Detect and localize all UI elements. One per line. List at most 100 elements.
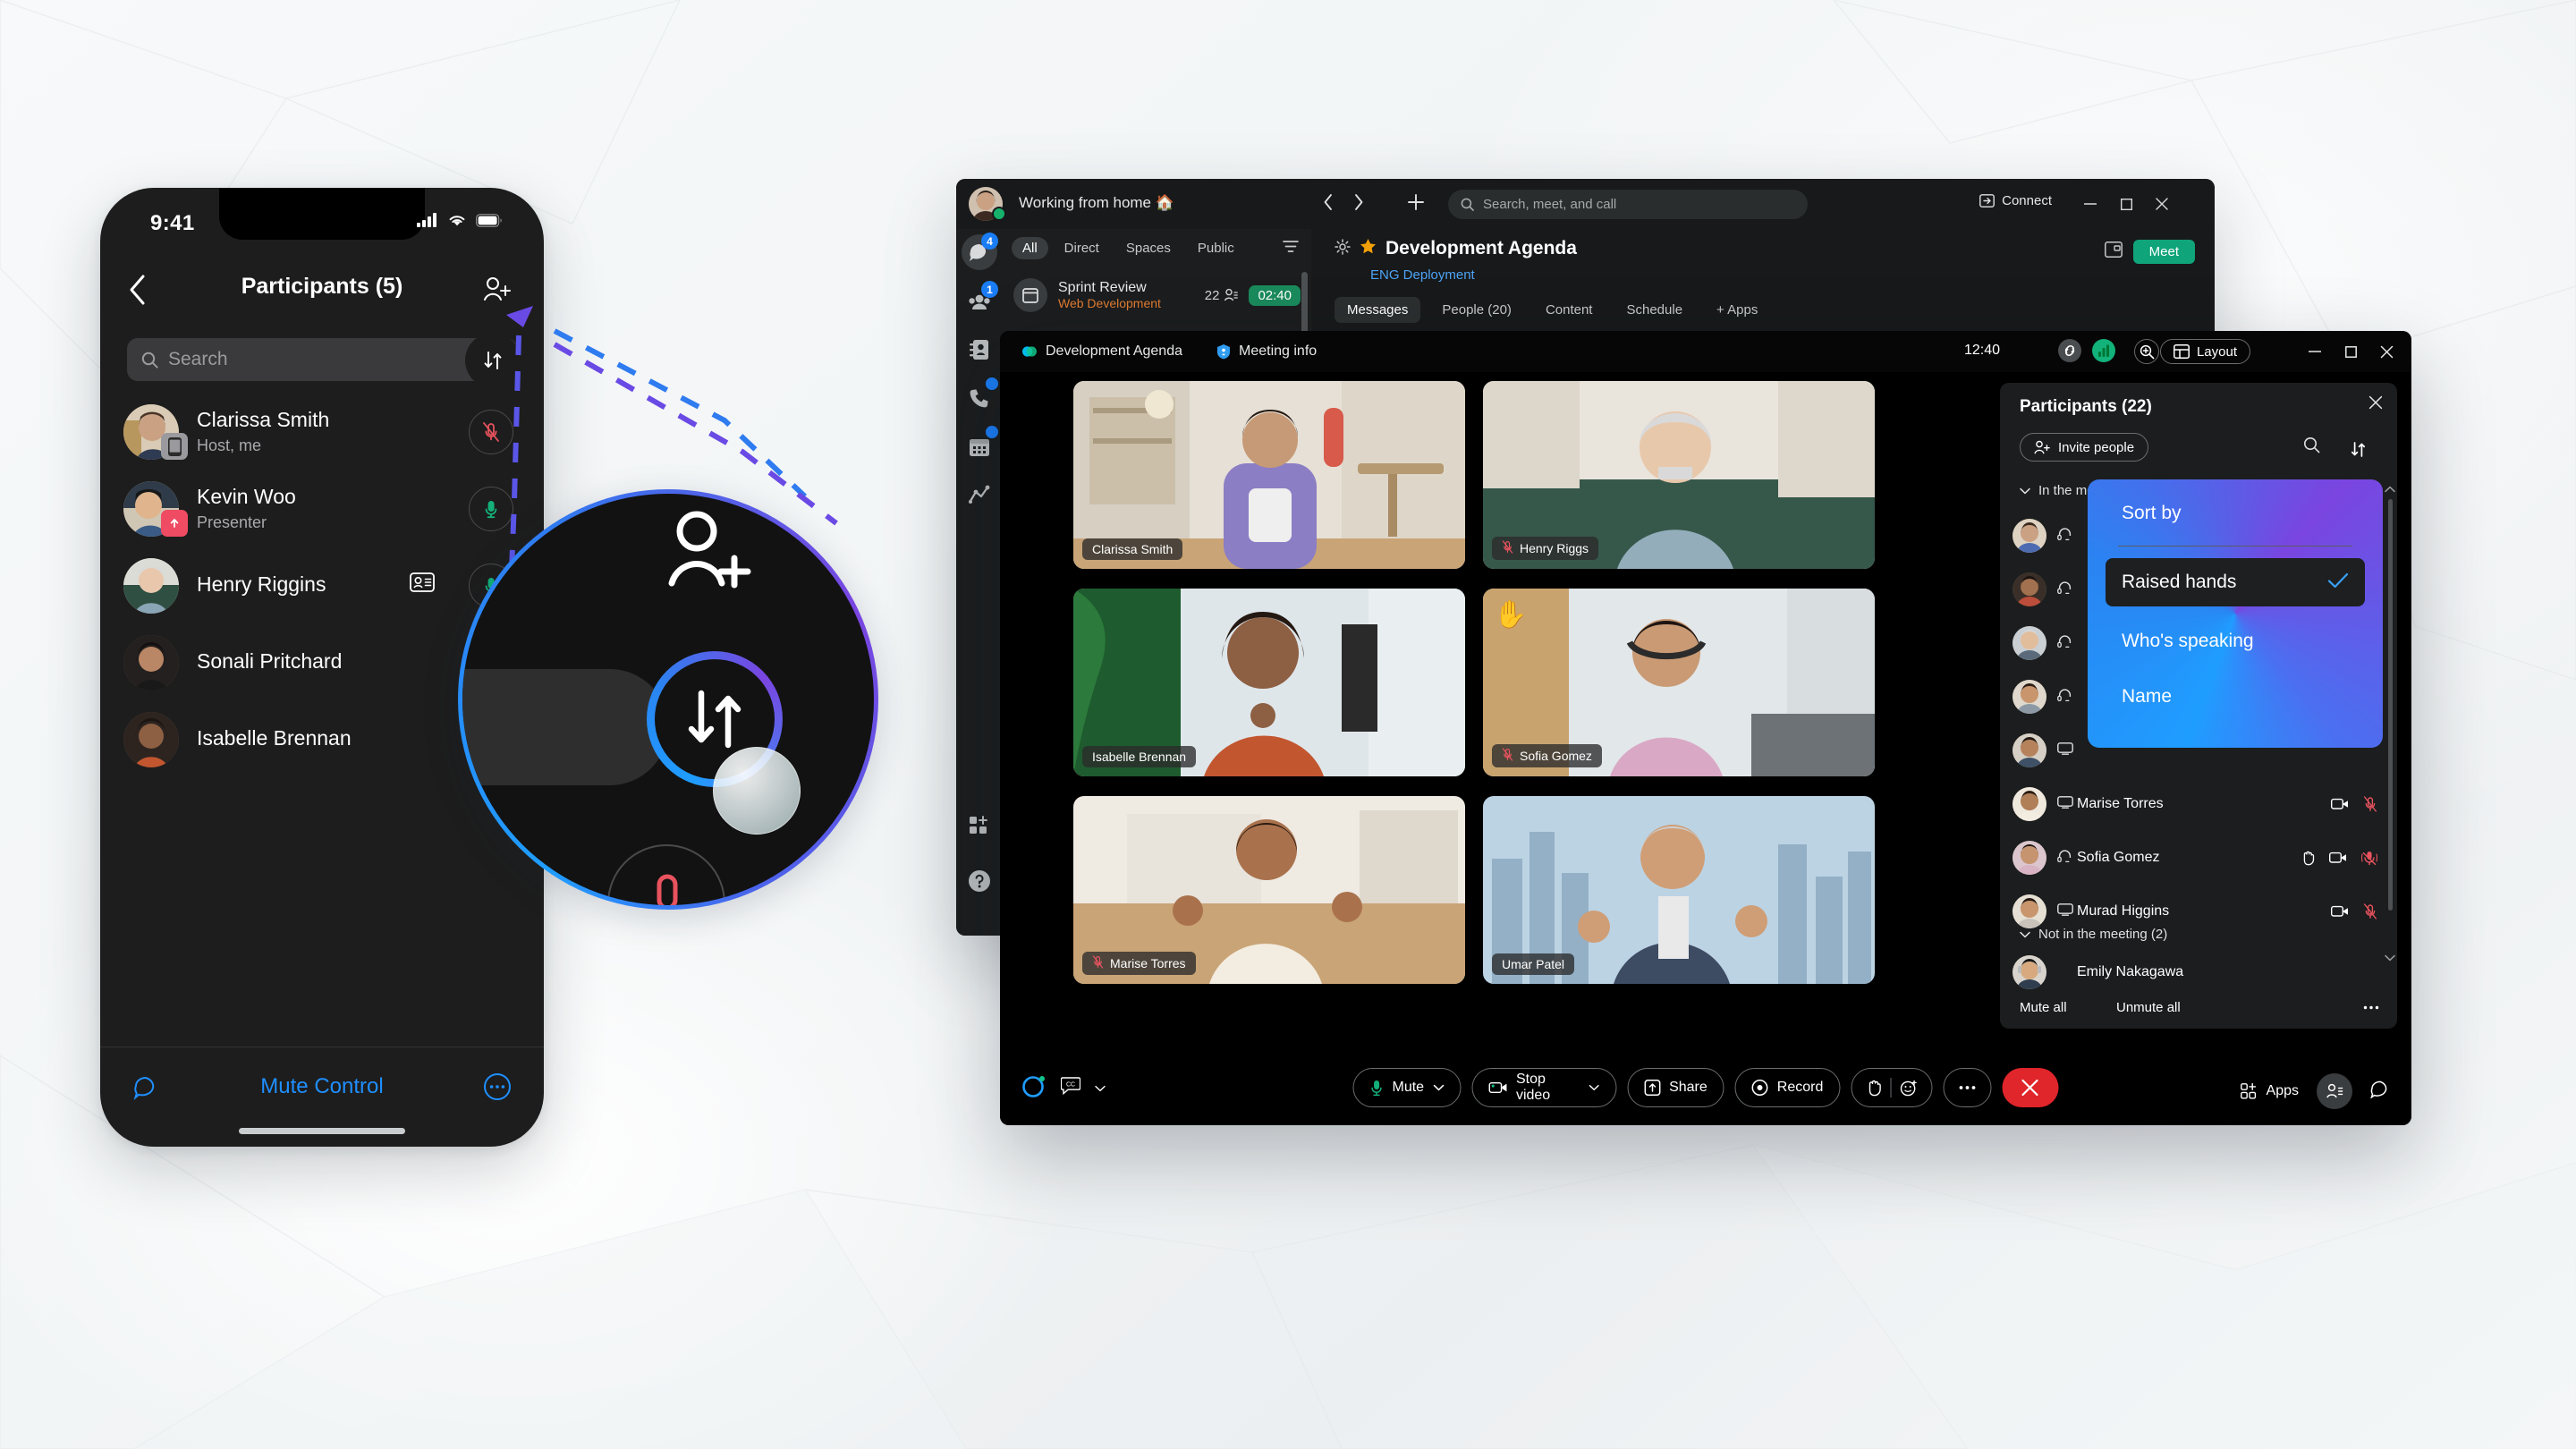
scroll-down-chevron-icon[interactable] [2385,952,2395,964]
list-item[interactable]: Sprint Review Web Development 22 02:40 [1003,270,1311,320]
mic-on-icon[interactable] [469,487,513,531]
more-ellipsis-icon[interactable] [2363,998,2379,1014]
mute-all-button[interactable]: Mute all [2020,1000,2067,1015]
record-button[interactable]: Record [1734,1068,1841,1107]
filter-chip-direct[interactable]: Direct [1054,237,1110,259]
mic-muted-speaking-icon[interactable] [2361,850,2377,866]
list-item[interactable]: Marise Torres [2012,778,2385,830]
stop-video-button[interactable]: Stop video [1471,1068,1617,1107]
tile-name: Umar Patel [1502,957,1565,971]
share-screen-badge-icon [161,510,188,537]
open-window-icon[interactable] [2104,242,2123,262]
link-icon[interactable] [2057,338,2082,368]
people-icon [1224,288,1239,301]
connect-button[interactable]: Connect [1979,193,2052,208]
more-circle-icon[interactable] [483,1072,512,1106]
meet-button[interactable]: Meet [2132,240,2195,264]
end-call-button[interactable] [2002,1068,2059,1107]
mute-control-link[interactable]: Mute Control [100,1074,544,1099]
filter-icon[interactable] [1283,240,1299,258]
maximize-icon[interactable] [2111,191,2141,216]
presence-status-text[interactable]: Working from home 🏠 [1019,194,1174,212]
menu-item-name[interactable]: Name [2106,673,2365,721]
close-icon[interactable] [2147,191,2177,216]
chat-panel-button[interactable] [2370,1080,2390,1103]
phone-sort-button[interactable] [465,333,521,388]
participant-name: Isabelle Brennan [197,726,352,750]
video-tile[interactable]: ✋ Sofia Gomez [1483,589,1875,776]
tab-apps[interactable]: + Apps [1704,297,1770,323]
panel-scrollbar[interactable] [2388,499,2393,911]
tab-meeting-info[interactable]: Meeting info [1216,343,1317,360]
app-search-input[interactable]: Search, meet, and call [1448,190,1808,219]
forward-chevron-icon[interactable] [1353,193,1364,216]
video-tile[interactable]: Henry Riggs [1483,381,1875,569]
tab-content[interactable]: Content [1533,297,1606,323]
gear-icon[interactable] [1335,238,1351,259]
tab-development-agenda[interactable]: Development Agenda [1021,343,1182,360]
search-icon[interactable] [2303,436,2320,458]
sidebar-item-insights[interactable] [956,470,1003,519]
zoom-in-icon[interactable] [2134,339,2159,364]
apps-grid-icon [970,816,987,834]
mic-muted-icon[interactable] [2363,903,2377,919]
mic-muted-icon[interactable] [2363,796,2377,812]
close-icon[interactable] [2370,338,2402,365]
webex-logo-icon[interactable] [1021,1073,1046,1103]
space-header: Development Agenda [1335,238,1577,259]
sidebar-item-apps[interactable] [956,801,1003,850]
tab-messages[interactable]: Messages [1335,297,1421,323]
avatar [123,712,179,767]
close-icon[interactable] [2368,395,2383,414]
sidebar-item-contacts[interactable] [956,326,1003,374]
mute-button[interactable]: Mute [1352,1068,1462,1107]
video-tile[interactable]: Isabelle Brennan [1073,589,1465,776]
share-button[interactable]: Share [1627,1068,1724,1107]
star-icon[interactable] [1360,238,1377,259]
camera-icon[interactable] [2329,852,2347,864]
menu-item-whos-speaking[interactable]: Who's speaking [2106,617,2365,665]
invite-people-button[interactable]: Invite people [2020,433,2149,462]
tab-people[interactable]: People (20) [1429,297,1524,323]
back-chevron-icon[interactable] [1323,193,1334,216]
list-item[interactable]: Clarissa Smith Host, me [100,395,544,472]
list-item[interactable]: Kevin Woo Presenter [100,472,544,549]
sidebar-item-teams[interactable]: 1 [956,277,1003,326]
sidebar-item-calling[interactable] [956,374,1003,422]
filter-chip-public[interactable]: Public [1187,237,1245,259]
contact-card-icon[interactable] [410,572,435,597]
unmute-all-button[interactable]: Unmute all [2116,1000,2181,1015]
more-options-button[interactable] [1943,1068,1992,1107]
panel-sort-button[interactable] [2334,426,2381,472]
sidebar-item-help[interactable] [956,857,1003,905]
section-header-not-in-meeting[interactable]: Not in the meeting (2) [2020,927,2167,942]
network-quality-icon[interactable] [2091,338,2116,368]
filter-chip-all[interactable]: All [1012,236,1048,259]
maximize-icon[interactable] [2334,338,2367,365]
camera-icon[interactable] [2331,905,2349,918]
minimize-icon[interactable] [2075,191,2106,216]
video-tile[interactable]: Umar Patel [1483,796,1875,984]
tab-schedule[interactable]: Schedule [1614,297,1695,323]
plus-icon[interactable] [1405,191,1427,217]
video-tile[interactable]: Marise Torres [1073,796,1465,984]
scroll-up-chevron-icon[interactable] [2385,483,2395,496]
layout-button[interactable]: Layout [2159,339,2250,364]
menu-item-raised-hands[interactable]: Raised hands [2106,558,2365,606]
filter-chip-spaces[interactable]: Spaces [1115,237,1182,259]
closed-caption-icon[interactable]: CC [1060,1077,1081,1099]
list-item[interactable]: Sofia Gomez [2012,832,2385,884]
search-input[interactable]: Search [127,338,517,381]
list-scrollbar[interactable] [1301,272,1308,335]
add-person-icon[interactable] [483,275,512,307]
reactions-group[interactable] [1851,1068,1933,1107]
video-tile[interactable]: Clarissa Smith [1073,381,1465,569]
minimize-icon[interactable] [2299,338,2331,365]
sidebar-item-meetings[interactable] [956,422,1003,470]
mic-muted-icon[interactable] [469,410,513,454]
camera-icon[interactable] [2331,798,2349,810]
people-panel-button[interactable] [2317,1073,2352,1109]
chevron-down-icon[interactable] [1095,1080,1106,1097]
apps-button[interactable]: Apps [2240,1083,2299,1099]
sidebar-item-messaging[interactable]: 4 [956,229,1003,277]
